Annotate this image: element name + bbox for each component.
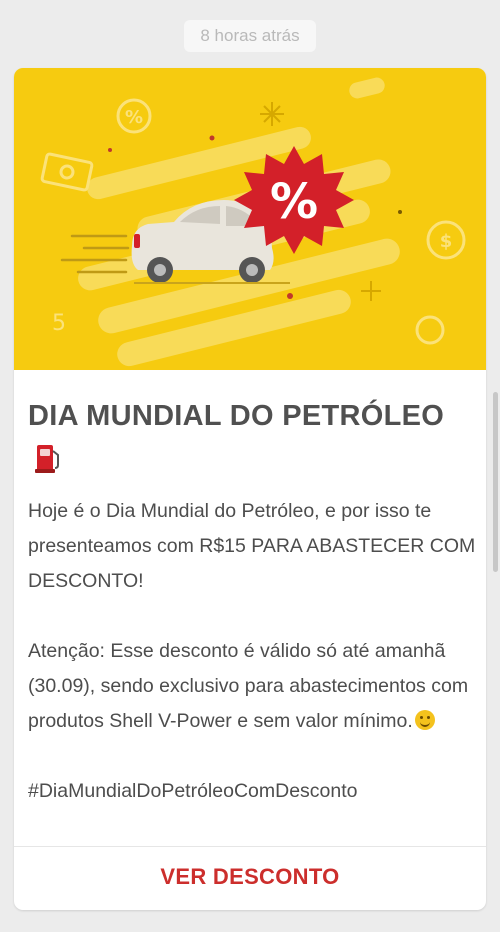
ver-desconto-button[interactable]: VER DESCONTO — [14, 847, 486, 910]
message-hashtag: #DiaMundialDoPetróleoComDesconto — [28, 780, 358, 802]
svg-text:%: % — [125, 107, 143, 128]
fuel-pump-icon — [34, 441, 64, 486]
svg-text:5: 5 — [52, 311, 66, 336]
promo-banner-image: % $ 5 % — [14, 68, 486, 370]
smiley-icon — [414, 710, 435, 730]
banner-illustration: % $ 5 % — [40, 77, 466, 367]
svg-text:%: % — [270, 174, 318, 230]
message-paragraph-2-text: Atenção: Esse desconto é válido só até a… — [28, 640, 469, 732]
promo-message-card: % $ 5 % DIA MUNDIAL DO PETRÓLEO Hoje é o… — [14, 68, 486, 910]
message-body: Hoje é o Dia Mundial do Petróleo, e por … — [28, 494, 480, 809]
message-paragraph-1: Hoje é o Dia Mundial do Petróleo, e por … — [28, 500, 476, 592]
scrollbar[interactable] — [493, 392, 498, 572]
banknote-icon — [40, 152, 94, 192]
svg-text:$: $ — [440, 231, 453, 252]
message-timestamp: 8 horas atrás — [184, 20, 316, 52]
message-paragraph-2: Atenção: Esse desconto é válido só até a… — [28, 634, 480, 739]
title-text: DIA MUNDIAL DO PETRÓLEO — [28, 400, 445, 432]
timestamp-container: 8 horas atrás — [0, 20, 500, 52]
message-title: DIA MUNDIAL DO PETRÓLEO — [28, 394, 448, 486]
percent-coin-icon: % — [116, 98, 152, 134]
dollar-coin-icon: $ — [426, 220, 466, 260]
